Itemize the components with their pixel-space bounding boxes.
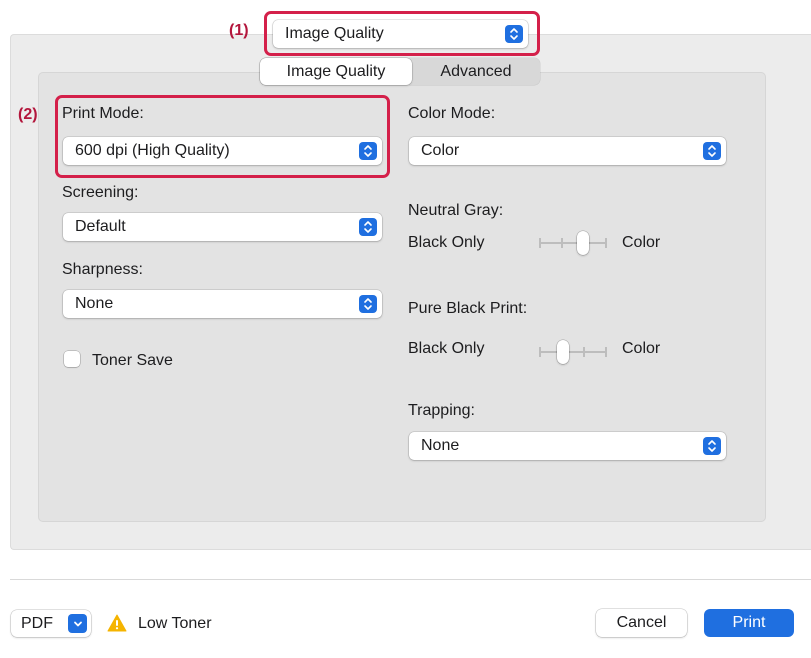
slider-tick bbox=[605, 238, 607, 248]
color-mode-label: Color Mode: bbox=[408, 105, 496, 122]
pure-black-slider[interactable] bbox=[539, 339, 607, 365]
slider-tick bbox=[583, 347, 585, 357]
low-toner-status: Low Toner bbox=[138, 615, 212, 632]
slider-tick bbox=[539, 347, 541, 357]
neutral-gray-max-label: Color bbox=[622, 234, 661, 251]
sharpness-popup[interactable]: None bbox=[63, 290, 382, 318]
trapping-popup[interactable]: None bbox=[409, 432, 726, 460]
print-mode-label: Print Mode: bbox=[62, 105, 144, 122]
preset-menu-value: Image Quality bbox=[285, 25, 384, 42]
sharpness-label: Sharpness: bbox=[62, 261, 143, 278]
screening-value: Default bbox=[75, 218, 126, 235]
sharpness-value: None bbox=[75, 295, 114, 312]
cancel-button[interactable]: Cancel bbox=[596, 609, 687, 637]
up-down-chevron-icon bbox=[505, 25, 523, 43]
slider-tick bbox=[561, 238, 563, 248]
footer-divider bbox=[10, 579, 811, 580]
tab-image-quality[interactable]: Image Quality bbox=[260, 58, 412, 85]
up-down-chevron-icon bbox=[359, 142, 377, 160]
slider-tick bbox=[605, 347, 607, 357]
slider-knob[interactable] bbox=[557, 340, 569, 364]
chevron-down-icon bbox=[68, 614, 87, 633]
pure-black-max-label: Color bbox=[622, 340, 661, 357]
screening-label: Screening: bbox=[62, 184, 139, 201]
up-down-chevron-icon bbox=[359, 295, 377, 313]
pure-black-print-label: Pure Black Print: bbox=[408, 300, 528, 317]
slider-track bbox=[539, 242, 607, 244]
warning-triangle-icon bbox=[107, 614, 127, 637]
color-mode-popup[interactable]: Color bbox=[409, 137, 726, 165]
pdf-menu-button[interactable]: PDF bbox=[11, 610, 91, 637]
neutral-gray-label: Neutral Gray: bbox=[408, 202, 504, 219]
preset-menu-popup[interactable]: Image Quality bbox=[273, 20, 528, 48]
neutral-gray-slider[interactable] bbox=[539, 230, 607, 256]
annotation-2: (2) bbox=[18, 106, 38, 123]
slider-tick bbox=[539, 238, 541, 248]
color-mode-value: Color bbox=[421, 142, 460, 159]
trapping-value: None bbox=[421, 437, 460, 454]
screening-popup[interactable]: Default bbox=[63, 213, 382, 241]
toner-save-checkbox[interactable] bbox=[64, 351, 80, 367]
print-button[interactable]: Print bbox=[704, 609, 794, 637]
pure-black-min-label: Black Only bbox=[408, 340, 485, 357]
neutral-gray-min-label: Black Only bbox=[408, 234, 485, 251]
print-mode-value: 600 dpi (High Quality) bbox=[75, 142, 230, 159]
up-down-chevron-icon bbox=[703, 437, 721, 455]
up-down-chevron-icon bbox=[703, 142, 721, 160]
pdf-label: PDF bbox=[21, 614, 53, 632]
slider-knob[interactable] bbox=[577, 231, 589, 255]
up-down-chevron-icon bbox=[359, 218, 377, 236]
trapping-label: Trapping: bbox=[408, 402, 475, 419]
tab-advanced[interactable]: Advanced bbox=[412, 58, 540, 85]
toner-save-label: Toner Save bbox=[92, 352, 173, 369]
tab-bar: Image Quality Advanced bbox=[260, 58, 540, 85]
annotation-1: (1) bbox=[229, 22, 249, 39]
print-mode-popup[interactable]: 600 dpi (High Quality) bbox=[63, 137, 382, 165]
slider-track bbox=[539, 351, 607, 353]
